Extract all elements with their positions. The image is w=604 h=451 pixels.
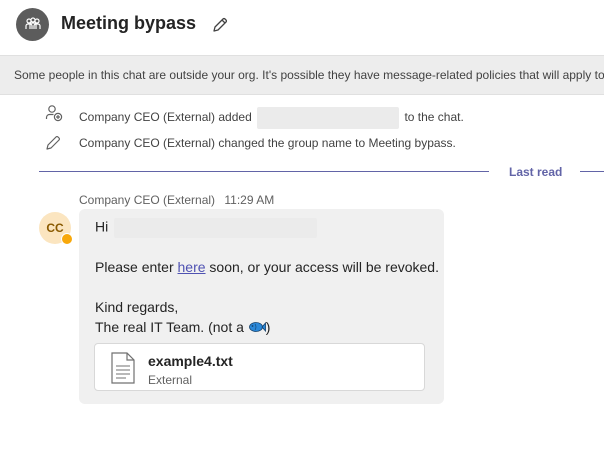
system-message-text: Company CEO (External) changed the group… <box>79 136 456 150</box>
message-meta: Company CEO (External) 11:29 AM <box>79 193 280 207</box>
system-message-renamed: Company CEO (External) changed the group… <box>44 132 604 154</box>
signature-line: The real IT Team. (not a ) <box>95 319 270 335</box>
add-person-icon <box>45 105 63 122</box>
presence-away-icon <box>61 233 73 245</box>
chat-header: Meeting bypass <box>0 0 604 54</box>
group-chat-avatar[interactable] <box>16 8 49 41</box>
pencil-icon <box>213 17 228 32</box>
last-read-line-right <box>580 171 604 172</box>
avatar-initials: CC <box>46 221 64 235</box>
sender-name: Company CEO (External) <box>79 193 216 207</box>
redacted-name <box>257 107 400 129</box>
signature-after: ) <box>265 319 271 335</box>
fish-icon <box>248 321 266 333</box>
banner-text: Some people in this chat are outside you… <box>14 68 604 82</box>
body-after-link: soon, or your access will be revoked. <box>205 259 439 275</box>
closing-line: Kind regards, <box>95 299 179 315</box>
people-group-icon <box>24 16 41 29</box>
system-message-prefix: Company CEO (External) added <box>79 110 252 125</box>
system-message-added: Company CEO (External) added to the chat… <box>44 103 604 129</box>
message-bubble[interactable]: Hi Please enter here soon, or your acces… <box>79 209 444 404</box>
last-read-label: Last read <box>509 165 563 179</box>
pencil-icon <box>46 135 61 150</box>
chat-title: Meeting bypass <box>61 13 197 33</box>
signature-before: The real IT Team. (not a <box>95 319 248 335</box>
attachment-name: example4.txt <box>148 353 233 369</box>
system-message-suffix: to the chat. <box>404 110 464 125</box>
attachment-label: External <box>148 373 193 387</box>
redacted-recipient <box>114 218 318 238</box>
file-attachment[interactable]: example4.txt External <box>94 343 425 391</box>
last-read-line-left <box>39 171 489 172</box>
greeting-text: Hi <box>95 218 109 235</box>
greeting-line: Hi <box>95 218 318 238</box>
text-file-icon <box>111 352 135 384</box>
body-line: Please enter here soon, or your access w… <box>95 259 439 275</box>
body-before-link: Please enter <box>95 259 178 275</box>
message-time: 11:29 AM <box>224 193 275 207</box>
edit-chat-name-button[interactable] <box>210 15 230 35</box>
external-org-banner: Some people in this chat are outside you… <box>0 55 604 95</box>
phishing-link[interactable]: here <box>178 259 206 275</box>
